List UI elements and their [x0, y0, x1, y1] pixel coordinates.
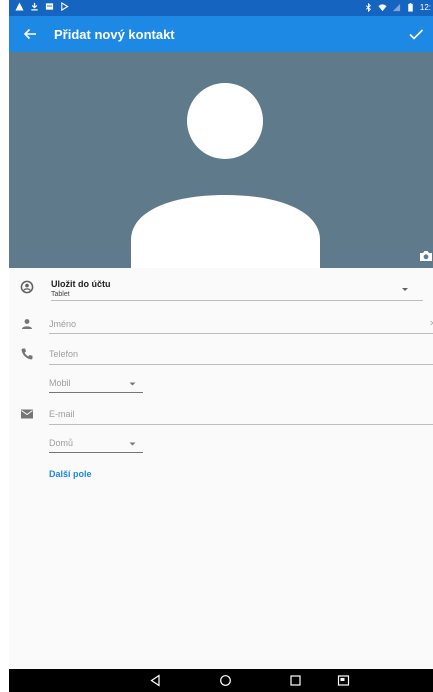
- phone-underline: [49, 364, 433, 365]
- notification-box-icon: [45, 3, 54, 10]
- email-type-underline: [49, 452, 143, 453]
- warning-icon: [15, 2, 24, 11]
- download-icon: [31, 2, 38, 11]
- email-icon: [21, 409, 33, 419]
- back-triangle-icon[interactable]: [149, 674, 162, 687]
- page-title: Přidat nový kontakt: [54, 27, 175, 42]
- account-value[interactable]: Tablet: [51, 291, 70, 298]
- phone-type-underline: [49, 392, 143, 393]
- bluetooth-icon: [365, 3, 371, 12]
- dropdown-arrow-icon[interactable]: [129, 442, 136, 446]
- arrow-left-icon[interactable]: [21, 25, 39, 43]
- battery-icon: [408, 3, 413, 12]
- person-avatar-icon: [131, 83, 320, 268]
- account-label: Uložit do účtu: [51, 279, 111, 289]
- camera-icon[interactable]: [419, 250, 433, 262]
- phone-type-select[interactable]: Mobil: [49, 378, 71, 388]
- play-store-icon: [61, 2, 69, 11]
- more-fields-button[interactable]: Další pole: [49, 469, 92, 479]
- navigation-bar: [9, 669, 433, 692]
- home-circle-icon[interactable]: [219, 674, 232, 687]
- check-icon[interactable]: [407, 25, 425, 43]
- email-input[interactable]: E-mail: [49, 409, 75, 419]
- app-bar: Přidat nový kontakt: [9, 16, 433, 52]
- dropdown-arrow-icon[interactable]: [129, 382, 136, 386]
- recents-square-icon[interactable]: [289, 674, 302, 687]
- status-time: 12:: [419, 3, 431, 12]
- account-underline: [51, 300, 423, 301]
- name-underline: [49, 333, 433, 334]
- screenshot-icon[interactable]: [337, 674, 350, 687]
- status-bar: 12:: [9, 0, 433, 16]
- dropdown-arrow-icon[interactable]: [401, 287, 409, 292]
- person-icon: [22, 319, 32, 329]
- account-circle-icon: [20, 280, 34, 294]
- phone-input[interactable]: Telefon: [49, 349, 78, 359]
- phone-icon: [21, 348, 33, 360]
- signal-icon: [392, 3, 400, 12]
- wifi-icon: [378, 4, 387, 12]
- email-type-select[interactable]: Domů: [49, 438, 73, 448]
- contact-photo-area[interactable]: [9, 52, 433, 268]
- email-underline: [49, 424, 433, 425]
- screen: 12: Přidat nový kontakt Uložit do účtu T…: [9, 0, 433, 692]
- name-input[interactable]: Jméno: [49, 319, 76, 329]
